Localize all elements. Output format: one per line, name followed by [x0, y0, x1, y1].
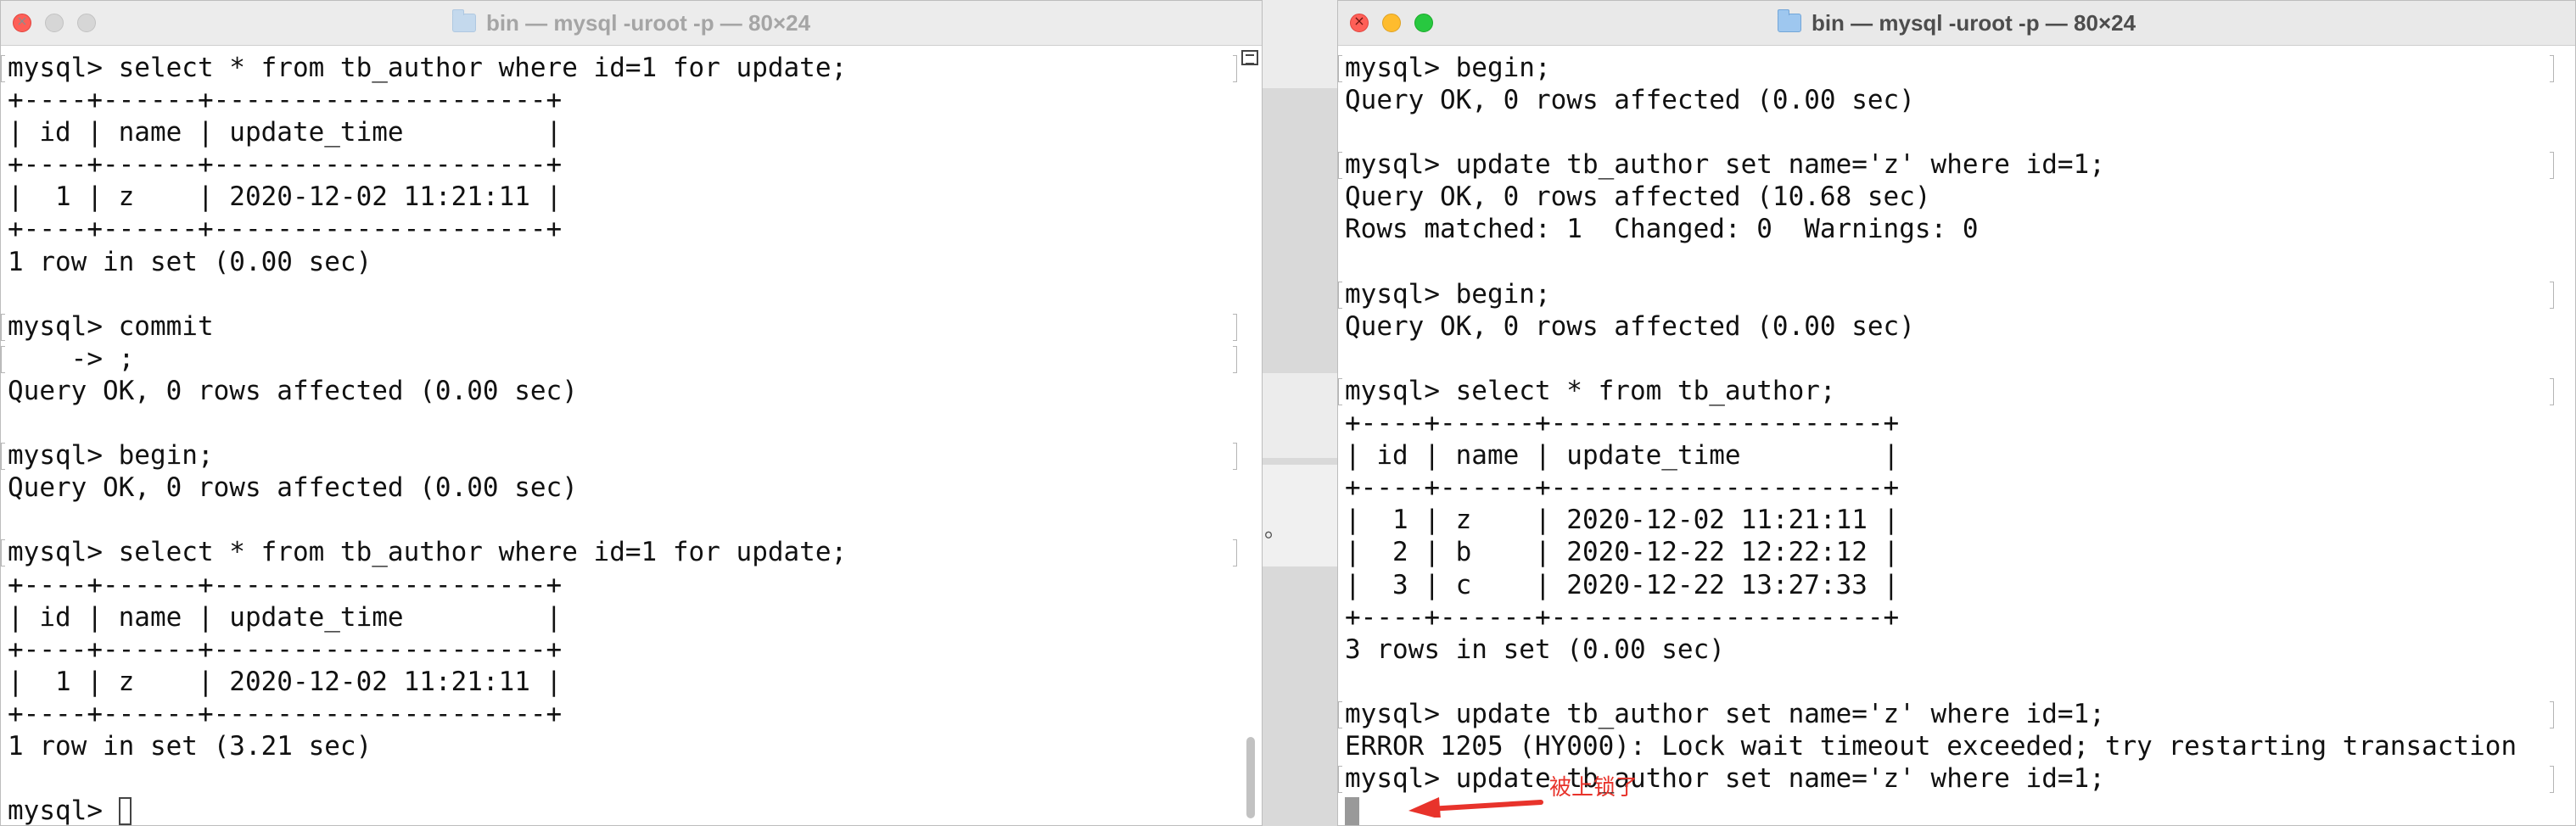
mark-bracket	[1233, 345, 1237, 373]
mark-bracket	[2550, 152, 2554, 180]
window-title: bin — mysql -uroot -p — 80×24	[1777, 9, 2136, 36]
folder-icon	[1777, 9, 1801, 32]
terminal-line: | 1 | z | 2020-12-02 11:21:11 |	[8, 666, 563, 697]
terminal-line: | id | name | update_time |	[8, 601, 563, 633]
zoom-icon[interactable]	[77, 14, 96, 32]
mark-bracket	[1233, 55, 1237, 82]
minimize-icon[interactable]	[1382, 14, 1401, 32]
terminal-line: mysql> begin;	[1338, 278, 2554, 310]
scrollbar-thumb[interactable]	[1246, 737, 1255, 818]
terminal-line: | id | name | update_time |	[1345, 440, 1900, 472]
window-title: bin — mysql -uroot -p — 80×24	[451, 9, 811, 36]
terminal-line: | 1 | z | 2020-12-02 11:21:11 |	[8, 181, 563, 213]
terminal-line: | 3 | c | 2020-12-22 13:27:33 |	[1345, 569, 1900, 600]
terminal-line: Query OK, 0 rows affected (0.00 sec)	[1345, 310, 1915, 342]
terminal-line: +----+------+---------------------+	[8, 149, 563, 181]
terminal-line: Query OK, 0 rows affected (10.68 sec)	[1345, 181, 1931, 213]
terminal-line: mysql> select * from tb_author where id=…	[1, 52, 1237, 84]
background-band	[1261, 373, 1339, 458]
terminal-line: +----+------+---------------------+	[8, 633, 563, 665]
terminal-line: | 1 | z | 2020-12-02 11:21:11 |	[1345, 505, 1900, 536]
terminal-line: 3 rows in set (0.00 sec)	[1345, 633, 1725, 665]
scrollbar[interactable]	[1240, 45, 1262, 825]
annotation-text: 被上锁了	[1549, 775, 1638, 801]
background-text-fragment: 。	[1264, 517, 1287, 543]
mark-bracket	[1, 539, 5, 567]
terminal-line: mysql> begin;	[1338, 52, 2554, 84]
mark-bracket	[1, 443, 5, 471]
terminal-line: mysql> commit	[1, 310, 1237, 343]
terminal-line: 1 row in set (0.00 sec)	[8, 246, 372, 277]
terminal-line: mysql> update tb_author set name='z' whe…	[1338, 148, 2554, 181]
mark-bracket	[1, 345, 5, 373]
terminal-line: mysql> select * from tb_author;	[1338, 375, 2554, 407]
mark-bracket	[2550, 766, 2554, 794]
marks-icon[interactable]	[1241, 50, 1258, 65]
terminal-line: mysql> update tb_author set name='z' whe…	[1338, 698, 2554, 730]
terminal-line: | id | name | update_time |	[8, 117, 563, 148]
folder-icon	[451, 9, 476, 32]
desktop-gap: 。	[1261, 0, 1339, 826]
title-bar[interactable]: × bin — mysql -uroot -p — 80×24	[1338, 1, 2575, 46]
terminal-line: +----+------+---------------------+	[1345, 408, 1900, 439]
background-band	[1261, 0, 1339, 88]
terminal-line: ERROR 1205 (HY000): Lock wait timeout ex…	[1345, 730, 2517, 762]
text-cursor	[1345, 797, 1359, 825]
mark-bracket	[1338, 55, 1342, 82]
terminal-window-right[interactable]: × bin — mysql -uroot -p — 80×24 mysql> b…	[1337, 0, 2576, 826]
zoom-icon[interactable]	[1414, 14, 1433, 32]
terminal-line: mysql> select * from tb_author where id=…	[1, 536, 1237, 568]
mark-bracket	[1233, 313, 1237, 341]
terminal-line: | 2 | b | 2020-12-22 12:22:12 |	[1345, 537, 1900, 568]
mark-bracket	[1338, 377, 1342, 405]
minimize-icon[interactable]	[45, 14, 64, 32]
mark-bracket	[1338, 152, 1342, 180]
mark-bracket	[1338, 281, 1342, 309]
mark-bracket	[2550, 377, 2554, 405]
terminal-line: Query OK, 0 rows affected (0.00 sec)	[8, 472, 578, 504]
terminal-window-left[interactable]: × bin — mysql -uroot -p — 80×24 mysql> s…	[0, 0, 1263, 826]
mark-bracket	[1, 55, 5, 82]
terminal-line: +----+------+---------------------+	[8, 569, 563, 600]
mark-bracket	[1338, 700, 1342, 728]
close-icon[interactable]: ×	[1350, 13, 1369, 32]
window-title-text: bin — mysql -uroot -p — 80×24	[485, 9, 811, 36]
terminal-line: Query OK, 0 rows affected (0.00 sec)	[1345, 85, 1915, 116]
terminal-prompt-line[interactable]: mysql>	[8, 795, 1236, 825]
window-controls: ×	[1350, 13, 1433, 32]
mark-bracket	[1233, 443, 1237, 471]
terminal-line: mysql> begin;	[1, 439, 1237, 472]
mark-bracket	[1233, 539, 1237, 567]
window-title-text: bin — mysql -uroot -p — 80×24	[1811, 9, 2136, 36]
title-bar[interactable]: × bin — mysql -uroot -p — 80×24	[1, 1, 1262, 46]
terminal-output[interactable]: mysql> select * from tb_author where id=…	[1, 52, 1237, 825]
terminal-line: +----+------+---------------------+	[1345, 601, 1900, 633]
mark-bracket	[2550, 700, 2554, 728]
mark-bracket	[2550, 281, 2554, 309]
terminal-line: +----+------+---------------------+	[8, 214, 563, 245]
terminal-line: Rows matched: 1 Changed: 0 Warnings: 0	[1345, 214, 1979, 245]
mark-bracket	[2550, 55, 2554, 82]
mark-bracket	[1, 313, 5, 341]
terminal-line: +----+------+---------------------+	[8, 698, 563, 729]
terminal-line: 1 row in set (3.21 sec)	[8, 730, 372, 762]
close-icon[interactable]: ×	[13, 13, 31, 32]
terminal-line: +----+------+---------------------+	[8, 85, 563, 116]
annotation-arrow-icon	[1408, 797, 1543, 818]
terminal-line: Query OK, 0 rows affected (0.00 sec)	[8, 375, 578, 406]
window-controls: ×	[13, 13, 96, 32]
terminal-output[interactable]: mysql> begin; Query OK, 0 rows affected …	[1338, 52, 2554, 825]
terminal-line: -> ;	[1, 343, 1237, 375]
terminal-line: +----+------+---------------------+	[1345, 472, 1900, 504]
mark-bracket	[1338, 766, 1342, 794]
text-cursor	[118, 797, 132, 825]
